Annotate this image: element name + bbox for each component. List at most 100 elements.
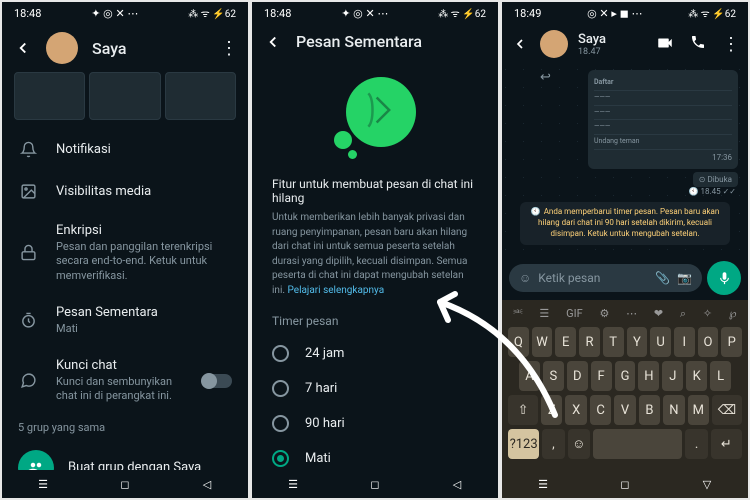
page-header: Pesan Sementara (252, 24, 498, 59)
msg-time: 🕙 18.45 ✓✓ (512, 187, 738, 196)
key[interactable]: K (686, 361, 707, 391)
learn-more-link[interactable]: Pelajari selengkapnya (288, 285, 385, 296)
chat-header: Saya18.47 ⋮ (502, 24, 748, 64)
nav-bar: ☰ ◻ ◁ (252, 470, 498, 498)
status-bar: 18:49 ◎ ✕ ▸ ◼ ⋯ ⁂ ᯤ ⚡62 (502, 2, 748, 24)
key[interactable]: W (532, 327, 553, 357)
key[interactable]: M (688, 395, 709, 425)
chat-body[interactable]: ↪ Daftar ——— ——— ——— Undang teman 17:36 … (502, 64, 748, 256)
radio-24h[interactable]: 24 jam (252, 336, 498, 371)
nav-home[interactable]: ◻ (113, 472, 137, 496)
status-bar: 18:48 ✦ ◎ ✕ ⋯ ⁂ ᯤ ⚡62 (2, 2, 248, 24)
key[interactable]: U (650, 327, 671, 357)
key[interactable]: ⌫ (712, 395, 742, 425)
notifications-row[interactable]: Notifikasi (2, 128, 248, 170)
key[interactable]: L (710, 361, 731, 391)
key[interactable]: P (721, 327, 742, 357)
illustration (252, 59, 498, 177)
groups-label: 5 grup yang sama (2, 415, 248, 440)
radio-icon (272, 415, 289, 432)
key[interactable]: X (565, 395, 586, 425)
key[interactable]: ⇧ (508, 395, 538, 425)
desc-title: Fitur untuk membuat pesan di chat ini hi… (272, 177, 478, 205)
call-icon[interactable] (690, 34, 706, 55)
key[interactable]: . (685, 429, 707, 459)
key[interactable]: F (591, 361, 612, 391)
radio-icon (272, 380, 289, 397)
key[interactable]: H (638, 361, 659, 391)
nav-menu[interactable]: ☰ (281, 472, 305, 496)
desc-body: Untuk memberikan lebih banyak privasi da… (272, 211, 478, 298)
kb-toolbar[interactable]: ⎃☰GIF⚙⋯❤⌕✧℘ (505, 303, 745, 325)
chat-lock-icon (18, 371, 38, 391)
key[interactable]: G (615, 361, 636, 391)
key[interactable]: C (590, 395, 611, 425)
media-visibility-row[interactable]: Visibilitas media (2, 170, 248, 212)
key[interactable]: T (603, 327, 624, 357)
contact-name: Saya (92, 39, 206, 58)
key[interactable]: Z (541, 395, 562, 425)
status-bar: 18:48 ✦ ◎ ✕ ⋯ ⁂ ᯤ ⚡62 (252, 2, 498, 24)
bell-icon (18, 139, 38, 159)
input-bar: ☺ Ketik pesan 📎 📷 (502, 256, 748, 300)
nav-back[interactable]: ◁ (195, 472, 219, 496)
avatar[interactable] (46, 32, 78, 64)
avatar[interactable] (540, 30, 568, 58)
back-icon[interactable] (14, 39, 32, 57)
key[interactable]: E (555, 327, 576, 357)
key[interactable] (593, 429, 682, 459)
nav-home[interactable]: ◻ (613, 472, 637, 496)
attach-icon[interactable]: 📎 (655, 271, 670, 285)
disappearing-row[interactable]: Pesan SementaraMati (2, 294, 248, 347)
keyboard[interactable]: ⎃☰GIF⚙⋯❤⌕✧℘ QWERTYUIOP ASDFGHJKL ⇧ZXCVBN… (502, 300, 748, 472)
key[interactable]: ☺ (568, 429, 590, 459)
timer-icon (18, 311, 38, 331)
encryption-row[interactable]: EnkripsiPesan dan panggilan terenkripsi … (2, 212, 248, 294)
chat-lock-row[interactable]: Kunci chatKunci dan sembunyikan chat ini… (2, 347, 248, 415)
nav-home[interactable]: ◻ (363, 472, 387, 496)
key[interactable]: S (543, 361, 564, 391)
video-call-icon[interactable] (656, 34, 674, 55)
emoji-icon[interactable]: ☺ (519, 271, 531, 285)
lock-icon (18, 243, 38, 263)
mic-button[interactable] (707, 261, 741, 295)
nav-menu[interactable]: ☰ (531, 472, 555, 496)
media-thumbnails[interactable] (2, 72, 248, 128)
key[interactable]: , (542, 429, 564, 459)
key[interactable]: I (674, 327, 695, 357)
back-icon[interactable] (264, 33, 282, 51)
message-input[interactable]: ☺ Ketik pesan 📎 📷 (509, 264, 702, 292)
opened-badge: ⊙ Dibuka (693, 172, 738, 187)
nav-back[interactable]: ▽ (695, 472, 719, 496)
key[interactable]: B (639, 395, 660, 425)
nav-bar: ☰ ◻ ◁ (2, 470, 248, 498)
radio-icon (272, 450, 289, 467)
radio-icon (272, 345, 289, 362)
profile-header: Saya ⋮ (2, 24, 248, 72)
message-bubble[interactable]: Daftar ——— ——— ——— Undang teman 17:36 (588, 70, 738, 169)
key[interactable]: Y (627, 327, 648, 357)
radio-7d[interactable]: 7 hari (252, 371, 498, 406)
menu-icon[interactable]: ⋮ (722, 34, 738, 55)
nav-bar: ☰ ◻ ▽ (502, 470, 748, 498)
key[interactable]: ↵ (711, 429, 742, 459)
system-message[interactable]: 🕙Anda memperbarui timer pesan. Pesan bar… (520, 202, 730, 244)
nav-back[interactable]: ◁ (445, 472, 469, 496)
nav-menu[interactable]: ☰ (31, 472, 55, 496)
key[interactable]: N (663, 395, 684, 425)
key[interactable]: Q (508, 327, 529, 357)
menu-icon[interactable]: ⋮ (220, 38, 236, 59)
timer-label: Timer pesan (252, 298, 498, 336)
key[interactable]: D (567, 361, 588, 391)
last-seen: 18.47 (578, 47, 606, 57)
key[interactable]: V (614, 395, 635, 425)
camera-icon[interactable]: 📷 (677, 271, 692, 285)
chat-lock-toggle[interactable] (202, 374, 232, 388)
key[interactable]: R (579, 327, 600, 357)
key[interactable]: O (698, 327, 719, 357)
key[interactable]: A (519, 361, 540, 391)
back-icon[interactable] (512, 35, 530, 53)
key[interactable]: J (662, 361, 683, 391)
radio-90d[interactable]: 90 hari (252, 406, 498, 441)
key[interactable]: ?123 (508, 429, 539, 459)
